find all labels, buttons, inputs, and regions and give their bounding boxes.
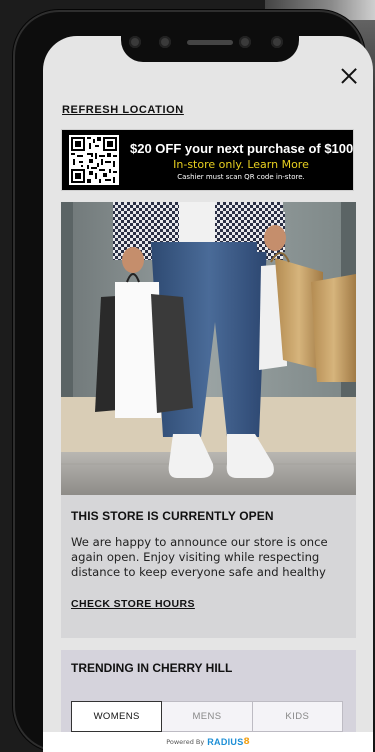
radius8-logo-suffix: 8 <box>243 737 250 747</box>
close-icon[interactable] <box>337 64 361 88</box>
powered-by-footer: Powered By RADIUS 8 <box>43 732 373 752</box>
app-screen: REFRESH LOCATION $20 OFF your next purch… <box>43 36 373 752</box>
phone-notch <box>121 24 299 62</box>
promo-note: Cashier must scan QR code in-store. <box>177 173 305 181</box>
phone-frame: REFRESH LOCATION $20 OFF your next purch… <box>13 10 373 752</box>
tab-kids[interactable]: KIDS <box>251 701 343 732</box>
powered-by-label: Powered By <box>166 738 205 746</box>
promo-banner[interactable]: $20 OFF your next purchase of $100 In-st… <box>61 129 354 191</box>
tab-mens[interactable]: MENS <box>161 701 253 732</box>
store-status-card: THIS STORE IS CURRENTLY OPEN We are happ… <box>61 495 356 638</box>
check-store-hours-link[interactable]: CHECK STORE HOURS <box>71 598 195 610</box>
store-status-body: We are happy to announce our store is on… <box>71 535 328 579</box>
radius8-logo: RADIUS <box>207 737 244 747</box>
refresh-location-link[interactable]: REFRESH LOCATION <box>62 104 184 116</box>
tab-womens[interactable]: WOMENS <box>71 701 163 732</box>
promo-headline: $20 OFF your next purchase of $100 <box>130 141 354 156</box>
sensor-icon <box>239 36 251 48</box>
sensor-icon <box>159 36 171 48</box>
qr-code-icon <box>69 135 119 185</box>
camera-icon <box>271 36 283 48</box>
trending-title: TRENDING IN CHERRY HILL <box>71 661 233 675</box>
speaker-icon <box>187 40 233 45</box>
camera-icon <box>129 36 141 48</box>
promo-learn-more[interactable]: In-store only. Learn More <box>130 158 352 171</box>
category-tabs: WOMENS MENS KIDS <box>71 701 343 732</box>
hero-image <box>61 202 356 495</box>
store-status-title: THIS STORE IS CURRENTLY OPEN <box>71 509 274 523</box>
